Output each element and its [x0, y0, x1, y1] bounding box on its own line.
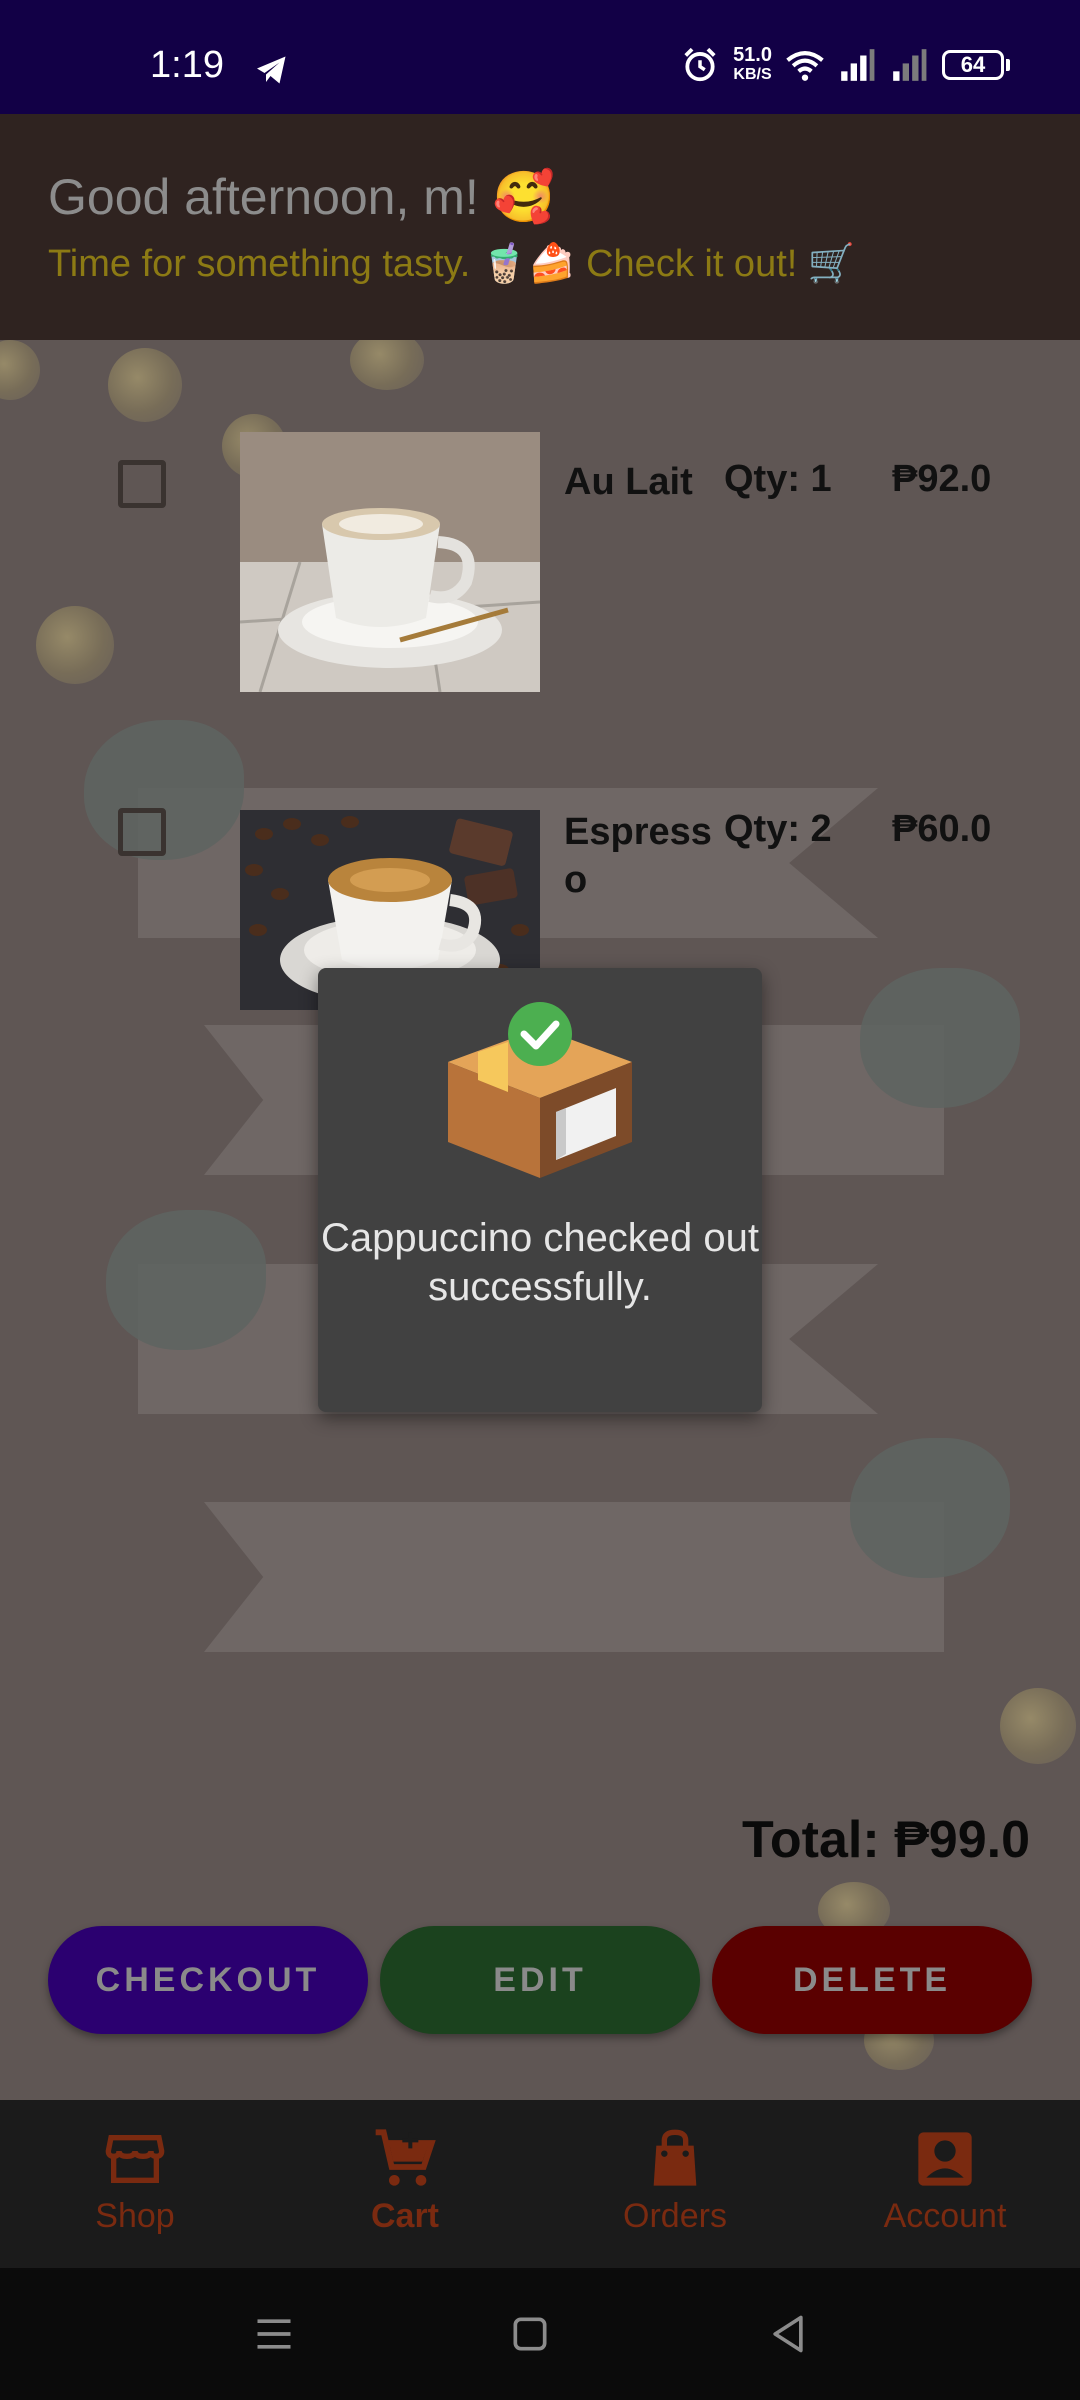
- nav-item-account[interactable]: Account: [810, 2100, 1080, 2268]
- greeting-header: Good afternoon, m! 🥰 Time for something …: [0, 114, 1080, 340]
- decorative-ribbon: [204, 1502, 944, 1652]
- decorative-cookie: [0, 340, 40, 400]
- checkout-success-toast: Cappuccino checked out successfully.: [318, 968, 762, 1412]
- delete-button[interactable]: DELETE: [712, 1926, 1032, 2034]
- bottom-navigation: Shop Cart Orders Account: [0, 2100, 1080, 2268]
- decorative-leaf: [106, 1210, 266, 1350]
- decorative-cookie: [36, 606, 114, 684]
- alarm-icon: [684, 47, 716, 82]
- item-checkbox[interactable]: [118, 808, 166, 856]
- signal-icon-secondary: [893, 49, 927, 81]
- product-price: ₱60.0: [892, 808, 992, 850]
- menu-icon[interactable]: [252, 2312, 296, 2356]
- wifi-icon: [786, 51, 824, 81]
- product-price: ₱92.0: [892, 458, 992, 500]
- cart-total: Total: ₱99.0: [741, 1811, 1030, 1869]
- telegram-icon: [257, 56, 286, 84]
- product-image: [240, 432, 540, 692]
- nav-item-shop[interactable]: Shop: [0, 2100, 270, 2268]
- decorative-cookie: [108, 348, 182, 422]
- nav-label: Cart: [370, 2196, 440, 2235]
- cart-icon: [375, 2128, 436, 2186]
- battery-indicator: 64: [942, 50, 1010, 80]
- checkout-button[interactable]: CHECKOUT: [48, 1926, 368, 2034]
- greeting-subtitle: Time for something tasty. 🧋🍰 Check it ou…: [48, 243, 856, 285]
- package-check-icon: [448, 1002, 632, 1178]
- home-icon[interactable]: [508, 2312, 552, 2356]
- edit-button[interactable]: EDIT: [380, 1926, 700, 2034]
- product-name: Espresso: [564, 811, 712, 901]
- nav-label: Account: [883, 2196, 1007, 2235]
- system-navigation-bar: [0, 2268, 1080, 2400]
- status-time: 1:19: [150, 44, 224, 86]
- decorative-cookie: [350, 340, 424, 390]
- decorative-cookie: [1000, 1688, 1076, 1764]
- network-speed: 51.0 KB/S: [733, 44, 772, 83]
- product-name: Au Lait: [564, 461, 693, 503]
- signal-icon: [841, 49, 875, 81]
- account-icon: [918, 2131, 972, 2186]
- nav-item-orders[interactable]: Orders: [540, 2100, 810, 2268]
- status-icons: 51.0 KB/S 64: [681, 44, 1010, 84]
- greeting-title: Good afternoon, m! 🥰: [48, 169, 555, 225]
- store-icon: [105, 2134, 165, 2183]
- nav-item-cart[interactable]: Cart: [270, 2100, 540, 2268]
- product-quantity: Qty: 1: [724, 458, 832, 500]
- bag-icon: [653, 2129, 697, 2186]
- nav-label: Shop: [95, 2196, 175, 2235]
- nav-label: Orders: [623, 2196, 727, 2235]
- cart-screen: 1:19 51.0 KB/S 64 Good afternoon, m! 🥰 T…: [0, 0, 1080, 2400]
- item-checkbox[interactable]: [118, 460, 166, 508]
- toast-message: Cappuccino checked out successfully.: [320, 1216, 760, 1309]
- back-icon[interactable]: [766, 2312, 810, 2356]
- battery-level: 64: [942, 50, 1004, 80]
- product-quantity: Qty: 2: [724, 808, 832, 850]
- status-bar: 1:19 51.0 KB/S 64: [0, 0, 1080, 114]
- decorative-leaf: [860, 968, 1020, 1108]
- decorative-leaf: [850, 1438, 1010, 1578]
